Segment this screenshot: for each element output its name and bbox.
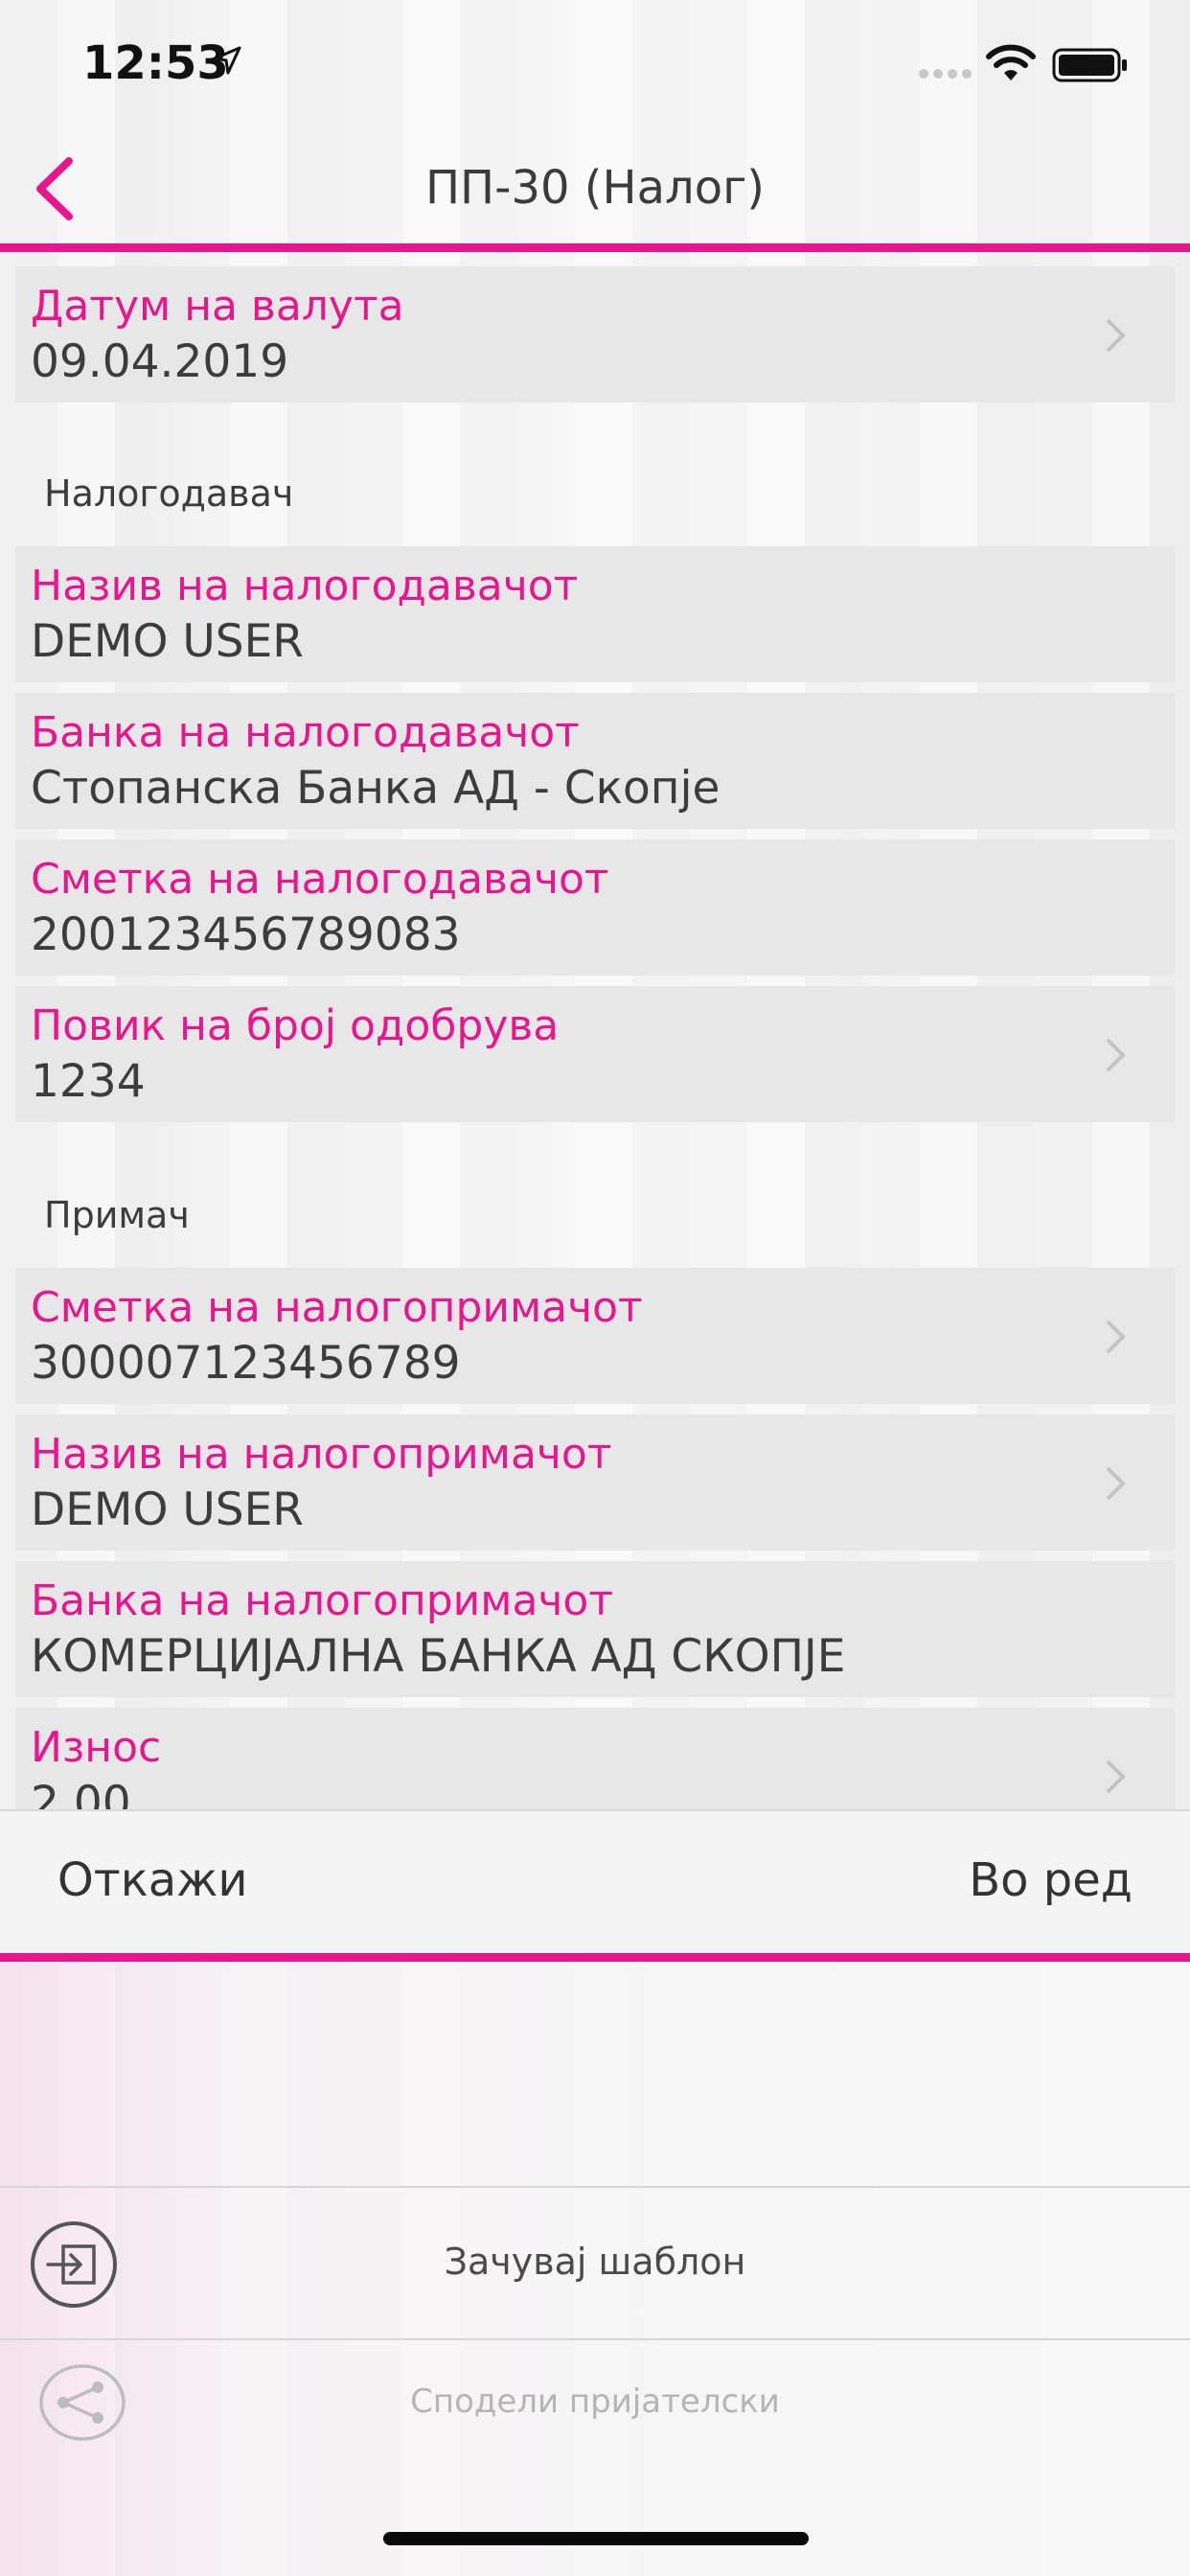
row-label: Банка на налогодавачот — [31, 708, 580, 757]
chevron-right-icon — [1106, 1038, 1126, 1072]
row-value: 09.04.2019 — [31, 335, 289, 388]
payer-name-row: Назив на налогодавачот DEMO USER — [15, 546, 1175, 682]
navigation-bar: ПП-30 (Налог) — [0, 134, 1190, 240]
row-value: DEMO USER — [31, 615, 304, 668]
share-button[interactable]: Сподели пријателски — [0, 2340, 1190, 2465]
chevron-right-icon — [1106, 318, 1126, 353]
value-date-row[interactable]: Датум на валута 09.04.2019 — [15, 266, 1175, 402]
row-label: Датум на валута — [31, 282, 404, 331]
location-arrow-icon — [213, 46, 241, 75]
amount-row[interactable]: Износ 2.00 — [15, 1708, 1175, 1809]
cancel-button[interactable]: Откажи — [57, 1853, 248, 1907]
row-value: 1234 — [31, 1055, 146, 1108]
row-label: Повик на број одобрува — [31, 1001, 560, 1050]
row-label: Износ — [31, 1723, 162, 1772]
wifi-icon — [986, 44, 1036, 80]
payer-account-row: Сметка на налогодавачот 200123456789083 — [15, 840, 1175, 976]
header-accent-line — [0, 243, 1190, 252]
row-label: Назив на налогопримачот — [31, 1430, 612, 1479]
form-content[interactable]: Датум на валута 09.04.2019 Налогодавач Н… — [0, 252, 1190, 1809]
chevron-right-icon — [1106, 1466, 1126, 1501]
row-label: Назив на налогодавачот — [31, 562, 579, 610]
battery-icon — [1052, 48, 1127, 82]
row-value: 2.00 — [31, 1777, 131, 1809]
row-value: 200123456789083 — [31, 908, 461, 961]
save-template-button[interactable]: Зачувај шаблон — [0, 2187, 1190, 2338]
page-title: ПП-30 (Налог) — [424, 161, 766, 215]
status-time: 12:53 — [82, 36, 229, 90]
reference-number-row[interactable]: Повик на број одобрува 1234 — [15, 986, 1175, 1122]
action-accent-line — [0, 1953, 1190, 1962]
row-label: Банка на налогопримачот — [31, 1576, 613, 1625]
chevron-right-icon — [1106, 1320, 1126, 1354]
status-bar: 12:53 — [0, 0, 1190, 126]
recipient-name-row[interactable]: Назив на налогопримачот DEMO USER — [15, 1414, 1175, 1551]
ok-button[interactable]: Во ред — [969, 1853, 1133, 1907]
section-title-recipient: Примач — [44, 1194, 190, 1236]
share-label: Сподели пријателски — [410, 2382, 780, 2421]
recipient-account-row[interactable]: Сметка на налогопримачот 300007123456789 — [15, 1268, 1175, 1404]
home-indicator[interactable] — [383, 2532, 809, 2545]
row-value: Стопанска Банка АД - Скопје — [31, 762, 721, 815]
row-value: DEMO USER — [31, 1484, 304, 1536]
section-title-payer: Налогодавач — [44, 472, 294, 515]
row-label: Сметка на налогодавачот — [31, 855, 609, 904]
chevron-right-icon — [1106, 1760, 1126, 1794]
save-template-label: Зачувај шаблон — [444, 2241, 746, 2283]
row-value: КОМЕРЦИЈАЛНА БАНКА АД СКОПЈЕ — [31, 1630, 846, 1683]
action-bar: Откажи Во ред — [0, 1809, 1190, 1957]
row-value: 300007123456789 — [31, 1337, 461, 1390]
payer-bank-row: Банка на налогодавачот Стопанска Банка А… — [15, 693, 1175, 829]
recipient-bank-row: Банка на налогопримачот КОМЕРЦИЈАЛНА БАН… — [15, 1561, 1175, 1697]
signal-icon — [919, 69, 972, 79]
row-label: Сметка на налогопримачот — [31, 1283, 643, 1332]
